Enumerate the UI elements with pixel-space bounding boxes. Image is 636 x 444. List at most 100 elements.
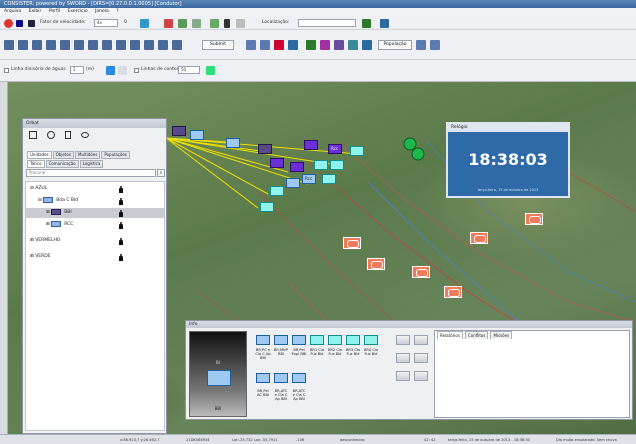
sector-icon[interactable] — [158, 40, 168, 50]
map-unit[interactable] — [314, 160, 328, 170]
info-icon[interactable] — [236, 19, 245, 28]
info-action-button[interactable] — [414, 353, 428, 363]
subordinate-unit[interactable] — [346, 335, 360, 345]
home-icon[interactable] — [164, 19, 173, 28]
map-unit[interactable] — [330, 160, 344, 170]
search-input[interactable]: Procurar — [26, 169, 156, 177]
tab-tatico[interactable]: Tático — [27, 160, 45, 168]
draw-circle-icon[interactable] — [32, 40, 42, 50]
subordinate-unit[interactable] — [292, 373, 306, 383]
tree-item-bbi[interactable]: ⊞ BBI — [26, 208, 164, 218]
map-unit[interactable] — [258, 144, 272, 154]
subordinate-unit[interactable] — [274, 335, 288, 345]
map-unit[interactable] — [270, 158, 284, 168]
person-icon[interactable] — [119, 222, 123, 229]
tree-item-vermelho[interactable]: ⊞ VERMELHO — [30, 236, 60, 246]
unit-green[interactable] — [411, 147, 425, 161]
map-unit[interactable]: Rcc — [302, 174, 316, 184]
crowd-icon[interactable] — [430, 40, 440, 50]
subordinate-unit[interactable] — [274, 373, 288, 383]
attack-icon[interactable] — [274, 40, 284, 50]
logistics-icon[interactable] — [348, 40, 358, 50]
population-icon[interactable] — [416, 40, 426, 50]
flag-icon[interactable] — [380, 19, 389, 28]
map-unit[interactable] — [270, 186, 284, 196]
tree-item-bda[interactable]: ⊟ Bda C Bld — [38, 196, 78, 206]
go-icon[interactable] — [362, 19, 371, 28]
person-icon[interactable] — [119, 198, 123, 205]
select-icon[interactable] — [246, 40, 256, 50]
population-button[interactable]: População — [378, 40, 412, 50]
lock-icon[interactable] — [65, 131, 71, 139]
eye-icon[interactable] — [81, 132, 89, 138]
tab-populacoes[interactable]: Populações — [101, 151, 130, 159]
speed-field[interactable]: 4x — [94, 19, 118, 27]
menu-arquivo[interactable]: Arquivo — [4, 9, 21, 14]
tree-item-rcc[interactable]: ⊞ RCC — [46, 220, 73, 230]
info-action-button[interactable] — [396, 335, 410, 345]
group-icon[interactable] — [260, 40, 270, 50]
subordinate-unit[interactable] — [256, 373, 270, 383]
subordinate-unit[interactable] — [310, 335, 324, 345]
frontier-icon[interactable] — [144, 40, 154, 50]
map-unit[interactable] — [226, 138, 240, 148]
enemy-unit[interactable] — [444, 286, 462, 298]
map-unit[interactable]: Rcc — [328, 144, 342, 154]
enemy-unit[interactable] — [412, 266, 430, 278]
map-unit[interactable] — [322, 174, 336, 184]
record-icon[interactable] — [4, 19, 13, 28]
tab-missoes[interactable]: Missões — [490, 331, 513, 339]
stop-icon[interactable] — [16, 20, 23, 27]
subordinate-unit[interactable] — [328, 335, 342, 345]
person-icon[interactable] — [119, 186, 123, 193]
water-color-swatch-2[interactable] — [118, 66, 127, 75]
menu-janela[interactable]: Janela — [95, 9, 109, 14]
tree-item-verde[interactable]: ⊞ VERDE — [30, 252, 51, 262]
menu-exercicio[interactable]: Exercício — [68, 9, 88, 14]
info-action-button[interactable] — [396, 371, 410, 381]
map-unit[interactable] — [350, 146, 364, 156]
subordinate-unit[interactable] — [364, 335, 378, 345]
support-icon[interactable] — [334, 40, 344, 50]
water-field[interactable]: 2 — [70, 66, 84, 74]
map-unit[interactable] — [172, 126, 186, 136]
draw-path-icon[interactable] — [60, 40, 70, 50]
phase-line-icon[interactable] — [172, 40, 182, 50]
save-icon[interactable] — [140, 19, 149, 28]
draw-arrow-icon[interactable] — [46, 40, 56, 50]
water-checkbox[interactable] — [4, 68, 9, 73]
tree-item-azul[interactable]: ⊟ AZUL — [30, 184, 47, 194]
info-action-button[interactable] — [414, 371, 428, 381]
person-icon[interactable] — [119, 254, 123, 261]
menu-exibir[interactable]: Exibir — [29, 9, 42, 14]
contour-field[interactable]: 50 — [178, 66, 200, 74]
contour-color-swatch[interactable] — [206, 66, 215, 75]
draw-line-icon[interactable] — [4, 40, 14, 50]
recon-icon[interactable] — [320, 40, 330, 50]
map-unit[interactable] — [290, 162, 304, 172]
new-unit-icon[interactable] — [29, 131, 37, 139]
grid-icon[interactable] — [88, 40, 98, 50]
map-unit[interactable] — [260, 202, 274, 212]
map-icon[interactable] — [178, 19, 187, 28]
tab-comunicacao[interactable]: Comunicação — [45, 160, 79, 168]
localization-field[interactable] — [298, 19, 356, 27]
menu-perfil[interactable]: Perfil — [49, 9, 60, 14]
hash-icon[interactable] — [362, 40, 372, 50]
target-icon[interactable] — [130, 40, 140, 50]
tab-conflitos[interactable]: Conflitos — [464, 331, 489, 339]
defend-icon[interactable] — [288, 40, 298, 50]
search-button[interactable]: ⌕ — [157, 169, 165, 177]
measure-icon[interactable] — [74, 40, 84, 50]
info-action-button[interactable] — [414, 335, 428, 345]
tab-logistica[interactable]: Logística — [79, 160, 104, 168]
terrain-icon[interactable] — [210, 19, 219, 28]
route-icon[interactable] — [116, 40, 126, 50]
subordinate-unit[interactable] — [292, 335, 306, 345]
map-unit[interactable] — [190, 130, 204, 140]
step-icon[interactable] — [28, 20, 35, 27]
filter-icon[interactable] — [47, 131, 55, 139]
tab-unidades[interactable]: Unidades — [27, 151, 52, 159]
enemy-unit[interactable] — [367, 258, 385, 270]
zone-icon[interactable] — [102, 40, 112, 50]
